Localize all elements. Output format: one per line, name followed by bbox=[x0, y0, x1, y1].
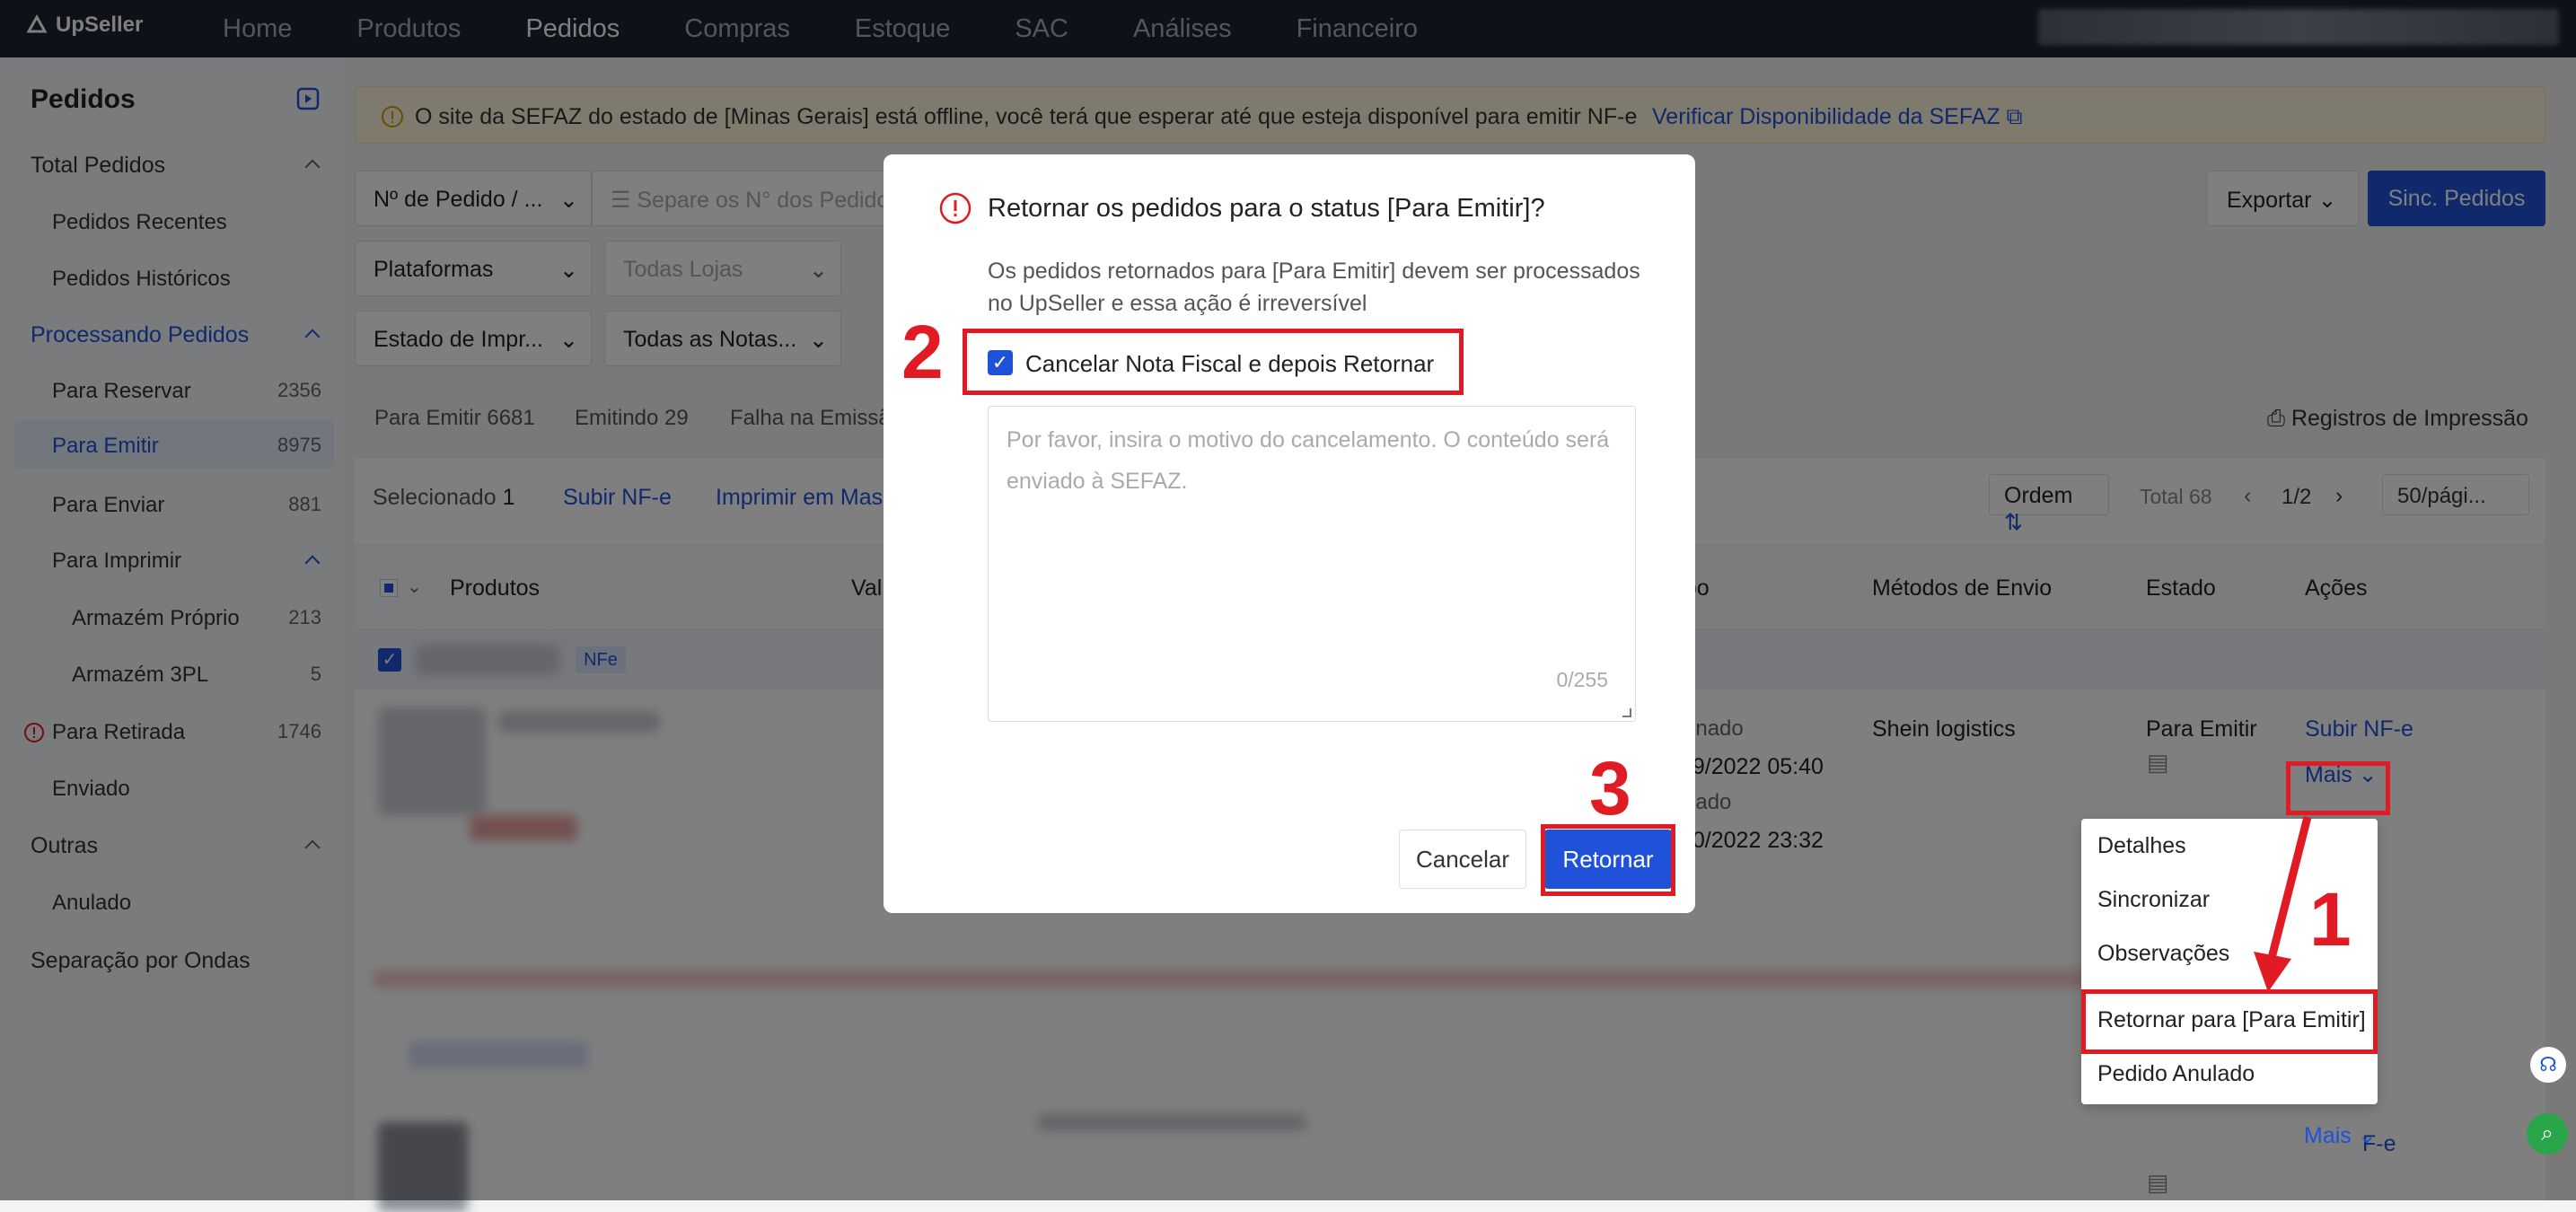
textarea-placeholder: Por favor, insira o motivo do cancelamen… bbox=[1007, 427, 1610, 494]
chevron-down-icon: ⌄ bbox=[2357, 1123, 2377, 1148]
button-label: Mais bbox=[2304, 1123, 2352, 1148]
highlight-box-return-button bbox=[1541, 824, 1675, 896]
annotation-number-2: 2 bbox=[901, 310, 944, 394]
annotation-number-3: 3 bbox=[1589, 746, 1631, 830]
annotation-arrow-icon bbox=[2254, 815, 2312, 992]
more-actions-button-row2[interactable]: Mais ⌄ bbox=[2304, 1122, 2377, 1149]
menu-item-detalhes[interactable]: Detalhes bbox=[2097, 833, 2186, 859]
warning-icon bbox=[939, 192, 971, 224]
resize-handle[interactable] bbox=[1622, 708, 1631, 717]
dialog-description-line-2: no UpSeller e essa ação é irreversível bbox=[988, 291, 1367, 316]
return-orders-dialog: Retornar os pedidos para o status [Para … bbox=[884, 154, 1695, 913]
search-icon[interactable]: ⌕ bbox=[2527, 1113, 2568, 1155]
highlight-box-return-menu-item bbox=[2081, 989, 2378, 1054]
support-icon[interactable]: ☊ bbox=[2530, 1047, 2566, 1083]
menu-item-sincronizar[interactable]: Sincronizar bbox=[2097, 887, 2210, 913]
cancel-reason-textarea[interactable]: Por favor, insira o motivo do cancelamen… bbox=[988, 406, 1636, 722]
char-counter: 0/255 bbox=[1556, 668, 1608, 691]
dialog-description-line-1: Os pedidos retornados para [Para Emitir]… bbox=[988, 259, 1640, 284]
highlight-box-checkbox bbox=[963, 329, 1464, 395]
cancel-button[interactable]: Cancelar bbox=[1399, 830, 1526, 889]
menu-item-pedido-anulado[interactable]: Pedido Anulado bbox=[2097, 1061, 2255, 1087]
dialog-title: Retornar os pedidos para o status [Para … bbox=[988, 194, 1545, 223]
menu-item-observacoes[interactable]: Observações bbox=[2097, 941, 2229, 967]
highlight-box-more-button bbox=[2286, 761, 2390, 815]
